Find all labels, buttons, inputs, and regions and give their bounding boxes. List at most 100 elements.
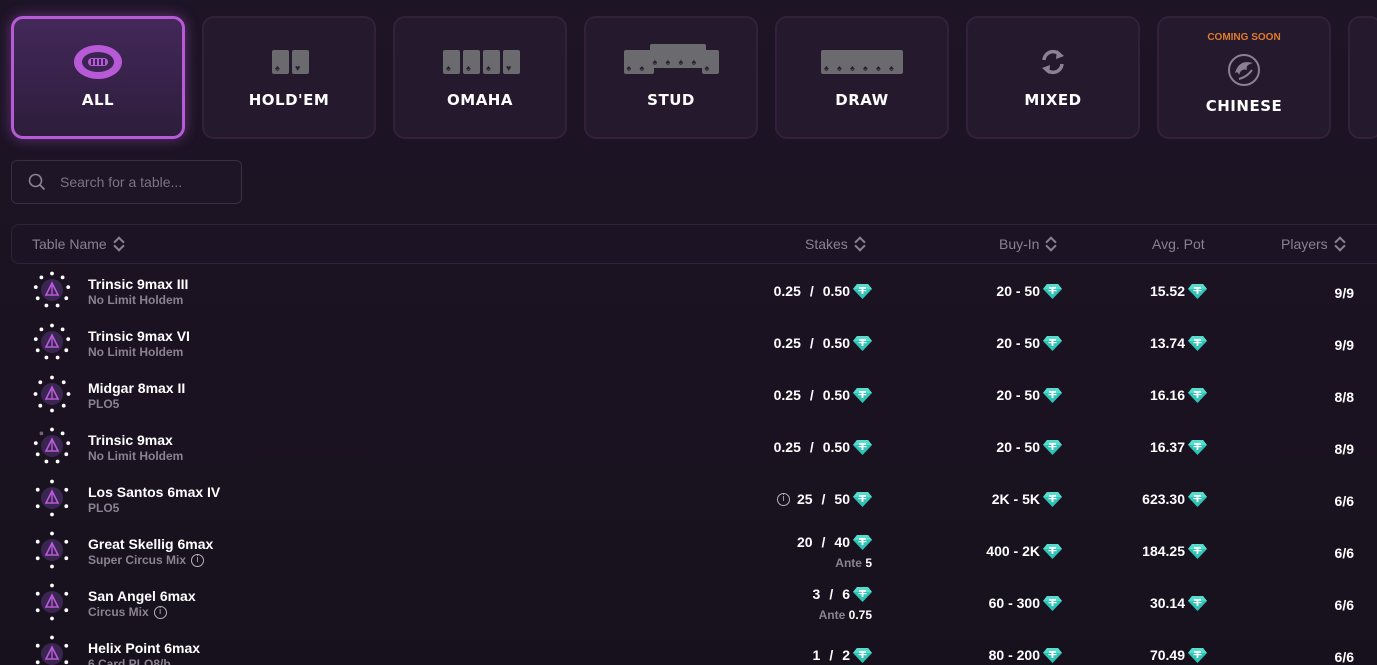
game-type-label: No Limit Holdem: [88, 449, 184, 463]
buy-in-range: 80 - 200: [988, 647, 1040, 663]
category-label: HOLD'EM: [248, 90, 330, 109]
category-tab-chinese[interactable]: COMING SOON CHINESE: [1157, 16, 1331, 139]
currency-gem-icon: [1043, 544, 1062, 559]
currency-gem-icon: [1188, 336, 1207, 351]
stakes-value: 0.25 / 0.50: [774, 283, 872, 299]
sort-icon: [1045, 236, 1055, 252]
ante-value: Ante 5: [835, 556, 872, 570]
ante-amount: 0.75: [848, 608, 872, 622]
currency-gem-icon: [1043, 596, 1062, 611]
ante-value: Ante 0.75: [819, 608, 872, 622]
currency-gem-icon: [853, 587, 872, 602]
small-blind: 25: [796, 491, 813, 507]
small-blind: 0.25: [773, 387, 801, 403]
category-label: ALL: [81, 90, 115, 109]
players-count: 9/9: [1334, 285, 1354, 301]
game-type: Circus Mix i: [88, 605, 167, 620]
info-icon[interactable]: i: [153, 606, 167, 620]
table-name: Los Santos 6max IV: [88, 484, 221, 500]
big-blind: 50: [834, 491, 850, 507]
table-row[interactable]: Midgar 8max II PLO5 0.25 / 0.50 20 - 50 16.16 8…: [0, 370, 1377, 422]
info-icon[interactable]: i: [776, 492, 790, 506]
table-seats-icon: [33, 271, 71, 308]
currency-gem-icon: [853, 535, 872, 550]
stakes-separator: /: [829, 647, 834, 663]
table-row[interactable]: Los Santos 6max IV PLO5 i 25 / 50 2K - 5K 623.3…: [0, 474, 1377, 526]
table-seats-icon: [35, 531, 69, 569]
column-label: Stakes: [805, 236, 848, 252]
column-table-name[interactable]: Table Name: [32, 236, 123, 252]
column-buy-in[interactable]: Buy-In: [999, 236, 1055, 252]
table-search: [11, 160, 242, 204]
currency-gem-icon: [1043, 440, 1062, 455]
small-blind: 0.25: [773, 335, 801, 351]
small-blind: 1: [812, 647, 821, 663]
category-tab-omaha[interactable]: OMAHA: [393, 16, 567, 139]
game-type-label: No Limit Holdem: [88, 345, 184, 359]
game-type-label: No Limit Holdem: [88, 293, 184, 307]
buy-in-range: 20 - 50: [996, 387, 1040, 403]
category-label: CHINESE: [1205, 96, 1283, 115]
buy-in-value: 60 - 300: [989, 595, 1062, 611]
game-type-label: Super Circus Mix: [88, 553, 187, 567]
players-count: 9/9: [1334, 337, 1354, 353]
currency-gem-icon: [1043, 388, 1062, 403]
currency-gem-icon: [853, 388, 872, 403]
table-row[interactable]: Trinsic 9max VI No Limit Holdem 0.25 / 0.50 2…: [0, 318, 1377, 370]
column-label: Buy-In: [999, 236, 1040, 252]
search-input[interactable]: [60, 174, 230, 190]
column-players[interactable]: Players: [1281, 236, 1344, 252]
big-blind: 0.50: [822, 335, 850, 351]
game-type: PLO5: [88, 501, 119, 515]
category-tab-draw[interactable]: DRAW: [775, 16, 949, 139]
small-blind: 20: [796, 534, 813, 550]
avg-pot-value: 15.52: [1150, 283, 1207, 299]
currency-gem-icon: [853, 492, 872, 507]
category-tab-mixed[interactable]: MIXED: [966, 16, 1140, 139]
big-blind: 40: [834, 534, 850, 550]
players-count: 6/6: [1334, 597, 1354, 613]
table-row[interactable]: Trinsic 9max No Limit Holdem 0.25 / 0.50 20 -…: [0, 422, 1377, 474]
table-row[interactable]: Trinsic 9max III No Limit Holdem 0.25 / 0.50…: [0, 266, 1377, 318]
category-tab-holdem[interactable]: HOLD'EM: [202, 16, 376, 139]
table-header: Table Name Stakes Buy-In Avg. Pot Player…: [11, 224, 1377, 264]
players-count: 6/6: [1334, 545, 1354, 561]
currency-gem-icon: [853, 336, 872, 351]
avg-pot-value: 13.74: [1150, 335, 1207, 351]
stakes-value: 1 / 2: [813, 647, 872, 663]
info-icon[interactable]: i: [191, 554, 205, 568]
column-avg-pot: Avg. Pot: [1152, 236, 1205, 252]
stud-cards-icon: [623, 43, 719, 77]
big-blind: 2: [842, 647, 850, 663]
buy-in-range: 400 - 2K: [986, 543, 1040, 559]
currency-gem-icon: [1043, 492, 1062, 507]
stakes-separator: /: [809, 335, 814, 351]
game-category-tabs: ALL HOLD'EM OMAHA STUD DRAW: [11, 16, 1377, 139]
sort-icon: [1334, 236, 1344, 252]
column-stakes[interactable]: Stakes: [805, 236, 864, 252]
game-type: No Limit Holdem: [88, 293, 183, 307]
table-row[interactable]: Great Skellig 6max Super Circus Mix i 20 / 40…: [0, 526, 1377, 578]
category-tab-stud[interactable]: STUD: [584, 16, 758, 139]
small-blind: 0.25: [773, 439, 801, 455]
big-blind: 6: [842, 586, 850, 602]
table-row[interactable]: Helix Point 6max 6 Card PLO8/b 1 / 2 80 - 200…: [0, 630, 1377, 665]
table-row[interactable]: San Angel 6max Circus Mix i 3 / 6 Ante 0.75 60 …: [0, 578, 1377, 630]
table-list: Trinsic 9max III No Limit Holdem 0.25/0.50…: [0, 266, 1377, 665]
refresh-icon: [1038, 47, 1068, 77]
buy-in-range: 20 - 50: [996, 283, 1040, 299]
game-type: No Limit Holdem: [88, 345, 183, 359]
buy-in-value: 20 - 50: [996, 335, 1062, 351]
game-type: Super Circus Mix i: [88, 553, 205, 568]
game-type-label: 6 Card PLO8/b: [88, 657, 171, 665]
big-blind: 0.50: [822, 283, 850, 299]
currency-gem-icon: [1188, 596, 1207, 611]
table-seats-icon: [35, 635, 69, 665]
stakes-value: 0.25 / 0.50: [774, 439, 872, 455]
game-type-label: PLO5: [88, 397, 120, 411]
table-name: Great Skellig 6max: [88, 536, 214, 552]
buy-in-value: 20 - 50: [996, 283, 1062, 299]
column-label: Players: [1281, 236, 1328, 252]
category-tab-all[interactable]: ALL: [11, 16, 185, 139]
category-tab-next[interactable]: [1348, 16, 1377, 139]
